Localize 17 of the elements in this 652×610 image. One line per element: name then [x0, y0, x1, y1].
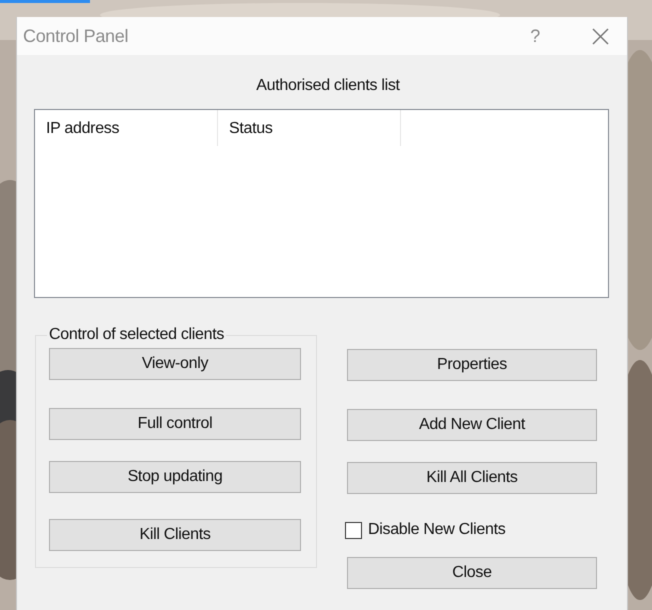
- action-button[interactable]: Kill All Clients: [347, 462, 597, 494]
- action-button[interactable]: Full control: [49, 408, 301, 440]
- action-button[interactable]: Kill Clients: [49, 519, 301, 551]
- close-icon[interactable]: [592, 28, 609, 44]
- group-title: Control of selected clients: [48, 326, 226, 344]
- checkbox[interactable]: [345, 522, 362, 538]
- column-header[interactable]: IP address: [35, 110, 218, 146]
- close-button[interactable]: Close: [347, 557, 597, 589]
- clients-list[interactable]: IP address Status: [34, 109, 609, 298]
- checkbox-label[interactable]: Disable New Clients: [368, 521, 506, 539]
- action-button[interactable]: View-only: [49, 348, 301, 380]
- window-title: Control Panel: [23, 26, 130, 46]
- action-button[interactable]: Add New Client: [347, 409, 597, 441]
- column-header[interactable]: Status: [218, 110, 401, 146]
- action-button[interactable]: Stop updating: [49, 461, 301, 493]
- action-button[interactable]: Properties: [347, 349, 597, 381]
- list-label: Authorised clients list: [256, 77, 400, 95]
